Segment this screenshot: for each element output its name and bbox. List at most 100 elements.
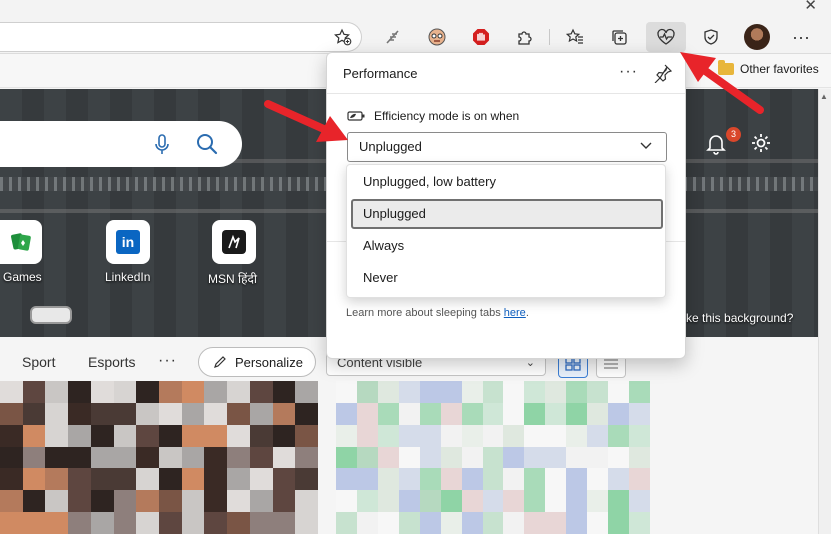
- pixel-cell: [90, 468, 114, 491]
- pixel-cell: [181, 446, 205, 469]
- pixel-cell: [0, 446, 23, 469]
- pixel-cell: [0, 402, 23, 425]
- efficiency-mode-row: Efficiency mode is on when: [347, 109, 519, 123]
- pixel-cell: [68, 512, 91, 534]
- pixel-cell: [587, 424, 609, 447]
- pixel-cell: [503, 468, 525, 491]
- pixel-cell: [461, 512, 483, 534]
- collections-icon[interactable]: [604, 24, 634, 50]
- scroll-up-arrow-icon[interactable]: ▲: [820, 92, 828, 101]
- pixel-cell: [249, 446, 273, 469]
- pixel-cell: [136, 424, 159, 447]
- linkedin-tile[interactable]: in: [106, 220, 150, 264]
- pixel-cell: [204, 402, 228, 425]
- pixel-cell: [272, 446, 296, 469]
- efficiency-mode-select[interactable]: Unplugged: [347, 132, 667, 162]
- option-unplugged-low-battery[interactable]: Unplugged, low battery: [351, 167, 663, 197]
- games-tile-label: Games: [3, 270, 42, 284]
- pixel-cell: [336, 446, 357, 469]
- pixel-cell: [524, 468, 546, 491]
- address-bar[interactable]: [0, 22, 362, 52]
- nav-esports[interactable]: Esports: [88, 354, 135, 370]
- msn-icon: [222, 230, 246, 254]
- settings-more-icon[interactable]: ···: [786, 24, 816, 50]
- pixel-cell: [90, 512, 114, 534]
- pixel-cell: [524, 446, 546, 469]
- pixel-cell: [566, 490, 588, 513]
- microphone-icon[interactable]: [152, 133, 172, 157]
- pixel-cell: [503, 512, 525, 534]
- pixel-cell: [136, 468, 159, 491]
- pixel-cell: [204, 512, 228, 534]
- pixel-cell: [377, 424, 399, 447]
- performance-title: Performance: [343, 66, 418, 81]
- page-settings-gear-icon[interactable]: [750, 132, 772, 154]
- personalize-button[interactable]: Personalize: [198, 347, 316, 377]
- favorites-icon[interactable]: [560, 24, 590, 50]
- pixel-cell: [295, 512, 318, 534]
- like-background-link[interactable]: ke this background?: [686, 311, 793, 325]
- pixel-cell: [22, 446, 46, 469]
- pixel-cell: [440, 468, 462, 491]
- pixel-cell: [272, 512, 296, 534]
- pixel-cell: [45, 402, 69, 425]
- pixel-cell: [629, 402, 650, 425]
- pixel-cell: [398, 468, 420, 491]
- nav-sport[interactable]: Sport: [22, 354, 55, 370]
- pixel-cell: [356, 446, 378, 469]
- learn-more-prefix: Learn more about sleeping tabs: [346, 307, 504, 319]
- favorite-add-icon[interactable]: [328, 24, 358, 50]
- pixel-cell: [272, 424, 296, 447]
- extensions-icon[interactable]: [510, 24, 540, 50]
- window-close-button[interactable]: ✕: [804, 0, 817, 13]
- extension-face-icon[interactable]: [422, 24, 452, 50]
- extension-feather-icon[interactable]: [378, 24, 408, 50]
- pixel-cell: [524, 512, 546, 534]
- notification-bell-icon[interactable]: [706, 133, 726, 155]
- flyout-more-options-button[interactable]: ···: [619, 63, 638, 81]
- pixel-cell: [524, 381, 546, 403]
- pixel-cell: [336, 512, 357, 534]
- pixel-cell: [545, 490, 567, 513]
- pixel-cell: [295, 424, 318, 447]
- pixel-cell: [440, 512, 462, 534]
- pixel-cell: [398, 402, 420, 425]
- pixel-cell: [68, 381, 91, 403]
- pixel-cell: [419, 468, 441, 491]
- pixel-cell: [608, 424, 630, 447]
- pixel-cell: [158, 402, 182, 425]
- pixel-cell: [356, 490, 378, 513]
- pixel-cell: [136, 446, 159, 469]
- games-tile[interactable]: [0, 220, 42, 264]
- adblock-extension-icon[interactable]: [466, 24, 496, 50]
- hero-car-image: [30, 306, 72, 324]
- linkedin-icon: in: [116, 230, 140, 254]
- pixel-cell: [629, 512, 650, 534]
- feed-more-button[interactable]: ···: [158, 352, 177, 370]
- option-never[interactable]: Never: [351, 263, 663, 293]
- pixel-cell: [249, 490, 273, 513]
- search-icon[interactable]: [194, 131, 220, 157]
- pixel-cell: [377, 381, 399, 403]
- pixel-cell: [503, 381, 525, 403]
- pixel-cell: [566, 381, 588, 403]
- pixel-cell: [272, 468, 296, 491]
- pixel-cell: [587, 402, 609, 425]
- option-unplugged[interactable]: Unplugged: [351, 199, 663, 229]
- option-always[interactable]: Always: [351, 231, 663, 261]
- pixel-cell: [545, 446, 567, 469]
- notification-count-badge: 3: [726, 127, 741, 142]
- pixel-cell: [482, 490, 504, 513]
- pixel-cell: [566, 512, 588, 534]
- pixel-cell: [295, 381, 318, 403]
- sleeping-tabs-link[interactable]: here: [504, 307, 526, 319]
- pixel-cell: [419, 490, 441, 513]
- page-scrollbar[interactable]: [818, 89, 831, 534]
- annotation-arrow-right: [680, 52, 764, 114]
- pixel-cell: [356, 512, 378, 534]
- pin-icon[interactable]: [653, 63, 673, 84]
- pixel-cell: [356, 468, 378, 491]
- pixel-cell: [398, 446, 420, 469]
- msn-hindi-tile[interactable]: [212, 220, 256, 264]
- pixel-cell: [608, 468, 630, 491]
